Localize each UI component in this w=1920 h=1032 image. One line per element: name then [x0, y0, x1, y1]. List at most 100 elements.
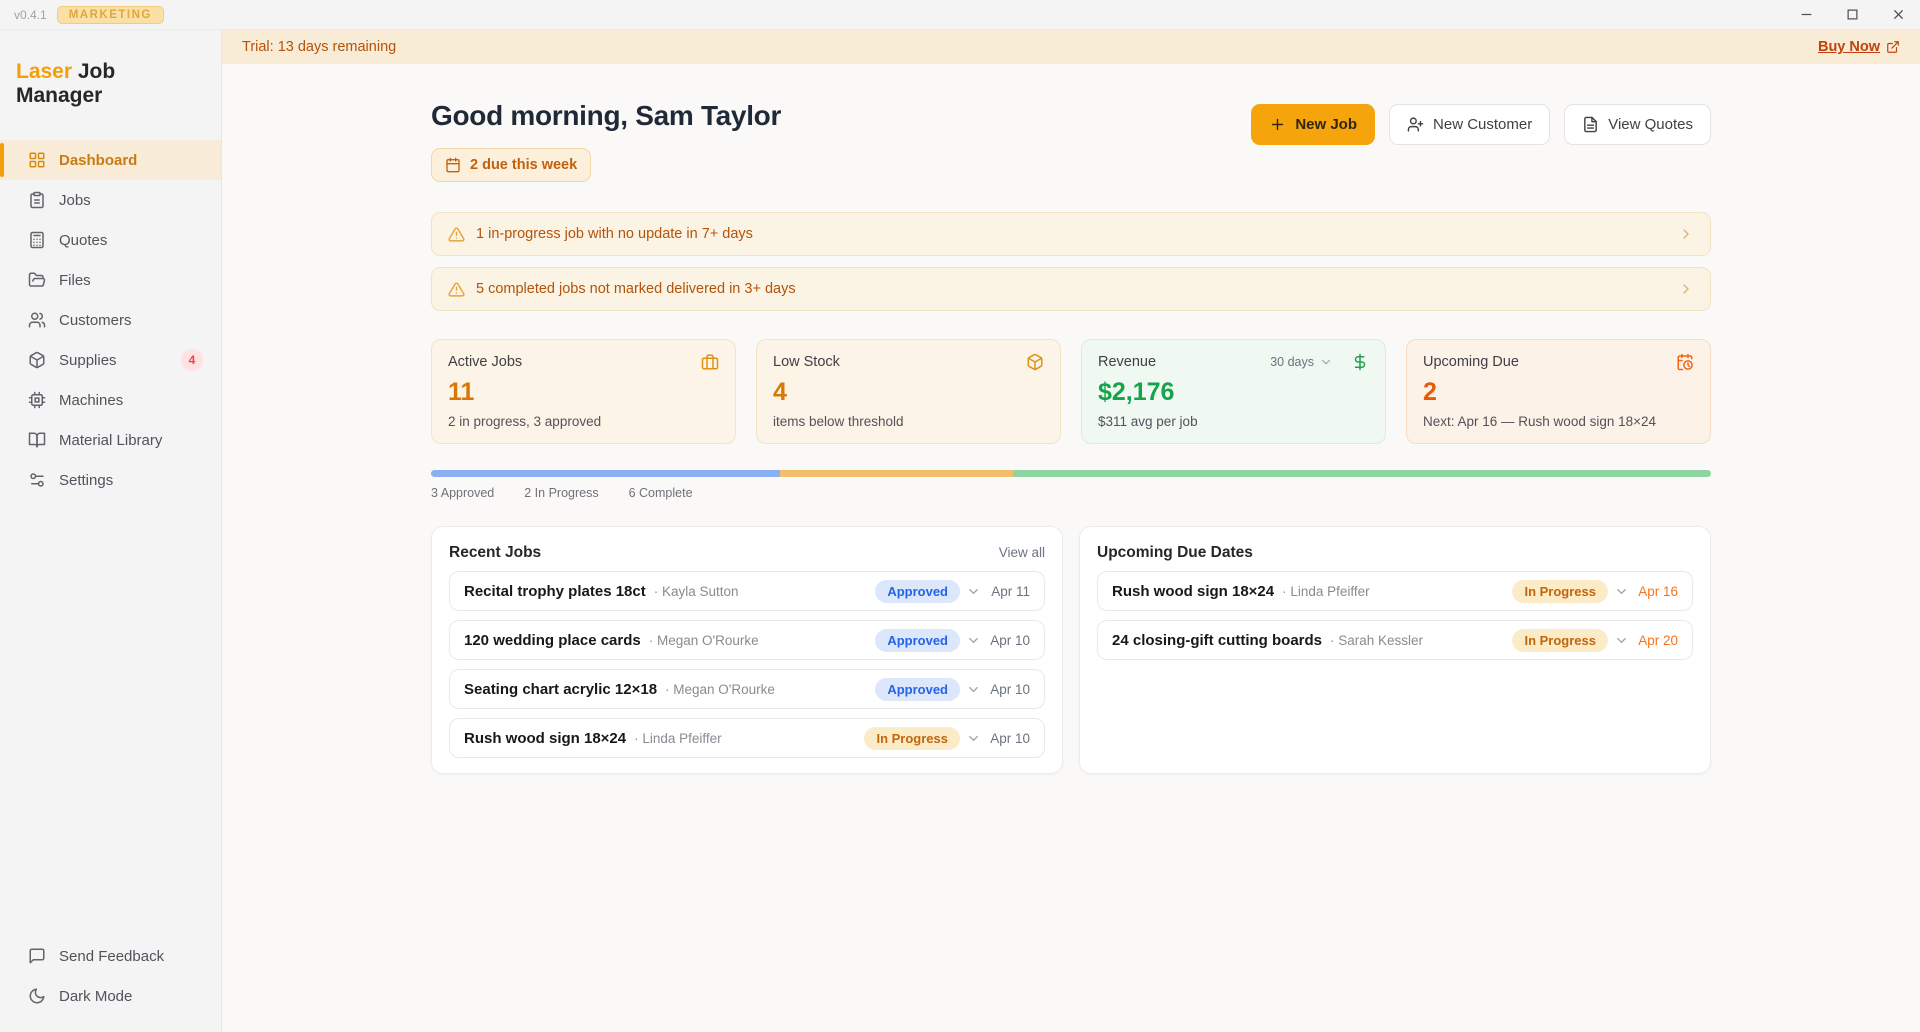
app-logo: Laser Job Manager	[0, 60, 221, 108]
sidebar-item-jobs[interactable]: Jobs	[0, 180, 221, 220]
stat-sub: $311 avg per job	[1098, 414, 1369, 429]
package-icon	[28, 351, 46, 369]
status-badge[interactable]: In Progress	[864, 727, 960, 750]
sidebar-item-label: Supplies	[59, 352, 117, 369]
sidebar-item-label: Jobs	[59, 192, 91, 209]
status-badge[interactable]: Approved	[875, 580, 960, 603]
status-badge[interactable]: In Progress	[1512, 629, 1608, 652]
minimize-icon[interactable]	[1798, 7, 1814, 23]
calendar-icon	[445, 157, 461, 173]
job-status-progress-bar	[431, 470, 1711, 477]
view-all-link[interactable]: View all	[999, 545, 1045, 560]
job-title: Rush wood sign 18×24	[464, 730, 626, 747]
environment-badge: MARKETING	[57, 6, 164, 24]
due-this-week-badge[interactable]: 2 due this week	[431, 148, 591, 182]
progress-label-inprogress: 2 In Progress	[524, 486, 598, 500]
job-date: Apr 10	[988, 731, 1030, 746]
brand-accent: Laser	[16, 60, 72, 83]
job-row[interactable]: Rush wood sign 18×24 · Linda Pfeiffer In…	[449, 718, 1045, 758]
buy-now-label: Buy Now	[1818, 39, 1880, 55]
job-customer: · Kayla Sutton	[654, 584, 739, 599]
chevron-down-icon[interactable]	[1614, 633, 1629, 648]
job-title: 120 wedding place cards	[464, 632, 641, 649]
job-date: Apr 10	[988, 633, 1030, 648]
upcoming-due-dates-panel: Upcoming Due Dates Rush wood sign 18×24 …	[1079, 526, 1711, 774]
progress-segment-approved	[431, 470, 780, 477]
stat-value: 4	[773, 378, 1044, 407]
maximize-icon[interactable]	[1844, 7, 1860, 23]
sidebar-item-settings[interactable]: Settings	[0, 460, 221, 500]
view-quotes-label: View Quotes	[1608, 116, 1693, 133]
sidebar-item-supplies[interactable]: Supplies 4	[0, 340, 221, 380]
status-badge[interactable]: Approved	[875, 678, 960, 701]
new-job-button[interactable]: New Job	[1251, 104, 1375, 145]
sidebar-item-customers[interactable]: Customers	[0, 300, 221, 340]
sidebar-item-files[interactable]: Files	[0, 260, 221, 300]
sidebar-item-quotes[interactable]: Quotes	[0, 220, 221, 260]
revenue-range-value: 30 days	[1270, 355, 1314, 369]
stat-value: 11	[448, 378, 719, 407]
stat-card-upcoming-due: Upcoming Due 2 Next: Apr 16 — Rush wood …	[1406, 339, 1711, 444]
due-badge-label: 2 due this week	[470, 157, 577, 173]
stat-value: $2,176	[1098, 378, 1369, 407]
alert-undelivered-jobs[interactable]: 5 completed jobs not marked delivered in…	[431, 267, 1711, 311]
file-text-icon	[1582, 116, 1599, 133]
calculator-icon	[28, 231, 46, 249]
supplies-count-badge: 4	[181, 349, 203, 371]
alert-stale-jobs[interactable]: 1 in-progress job with no update in 7+ d…	[431, 212, 1711, 256]
dark-mode-toggle[interactable]: Dark Mode	[0, 976, 221, 1016]
status-badge[interactable]: In Progress	[1512, 580, 1608, 603]
status-badge[interactable]: Approved	[875, 629, 960, 652]
package-icon	[1026, 353, 1044, 371]
job-title: Seating chart acrylic 12×18	[464, 681, 657, 698]
sidebar-item-label: Material Library	[59, 432, 162, 449]
message-square-icon	[28, 947, 46, 965]
stat-label: Revenue	[1098, 354, 1156, 370]
folder-icon	[28, 271, 46, 289]
stat-sub: 2 in progress, 3 approved	[448, 414, 719, 429]
buy-now-link[interactable]: Buy Now	[1818, 39, 1900, 55]
external-link-icon	[1886, 40, 1900, 54]
chevron-down-icon[interactable]	[966, 584, 981, 599]
cpu-icon	[28, 391, 46, 409]
chevron-down-icon[interactable]	[966, 731, 981, 746]
trial-text: Trial: 13 days remaining	[242, 39, 396, 55]
job-row[interactable]: 24 closing-gift cutting boards · Sarah K…	[1097, 620, 1693, 660]
sidebar-item-label: Quotes	[59, 232, 107, 249]
moon-icon	[28, 987, 46, 1005]
chevron-down-icon	[1319, 355, 1333, 369]
close-icon[interactable]	[1890, 7, 1906, 23]
calendar-clock-icon	[1676, 353, 1694, 371]
page-title: Good morning, Sam Taylor	[431, 100, 781, 132]
revenue-range-dropdown[interactable]: 30 days	[1270, 355, 1333, 369]
job-row[interactable]: Rush wood sign 18×24 · Linda Pfeiffer In…	[1097, 571, 1693, 611]
window-titlebar: v0.4.1 MARKETING	[0, 0, 1920, 30]
new-customer-label: New Customer	[1433, 116, 1532, 133]
job-row[interactable]: Seating chart acrylic 12×18 · Megan O'Ro…	[449, 669, 1045, 709]
alert-text: 5 completed jobs not marked delivered in…	[476, 281, 796, 297]
stat-label: Upcoming Due	[1423, 354, 1519, 370]
job-customer: · Megan O'Rourke	[649, 633, 759, 648]
clipboard-icon	[28, 191, 46, 209]
job-date: Apr 20	[1636, 633, 1678, 648]
chevron-down-icon[interactable]	[1614, 584, 1629, 599]
dollar-sign-icon	[1351, 353, 1369, 371]
stat-card-low-stock: Low Stock 4 items below threshold	[756, 339, 1061, 444]
sidebar-item-dashboard[interactable]: Dashboard	[0, 140, 221, 180]
job-row[interactable]: 120 wedding place cards · Megan O'Rourke…	[449, 620, 1045, 660]
sidebar-item-material-library[interactable]: Material Library	[0, 420, 221, 460]
warning-triangle-icon	[448, 226, 465, 243]
job-row[interactable]: Recital trophy plates 18ct · Kayla Sutto…	[449, 571, 1045, 611]
stat-sub: items below threshold	[773, 414, 1044, 429]
sidebar-item-machines[interactable]: Machines	[0, 380, 221, 420]
chevron-down-icon[interactable]	[966, 682, 981, 697]
new-customer-button[interactable]: New Customer	[1389, 104, 1550, 145]
panel-title: Upcoming Due Dates	[1097, 544, 1253, 562]
chevron-right-icon	[1678, 226, 1694, 242]
job-customer: · Linda Pfeiffer	[1282, 584, 1370, 599]
job-date: Apr 10	[988, 682, 1030, 697]
view-quotes-button[interactable]: View Quotes	[1564, 104, 1711, 145]
send-feedback-button[interactable]: Send Feedback	[0, 936, 221, 976]
sidebar-item-label: Settings	[59, 472, 113, 489]
chevron-down-icon[interactable]	[966, 633, 981, 648]
